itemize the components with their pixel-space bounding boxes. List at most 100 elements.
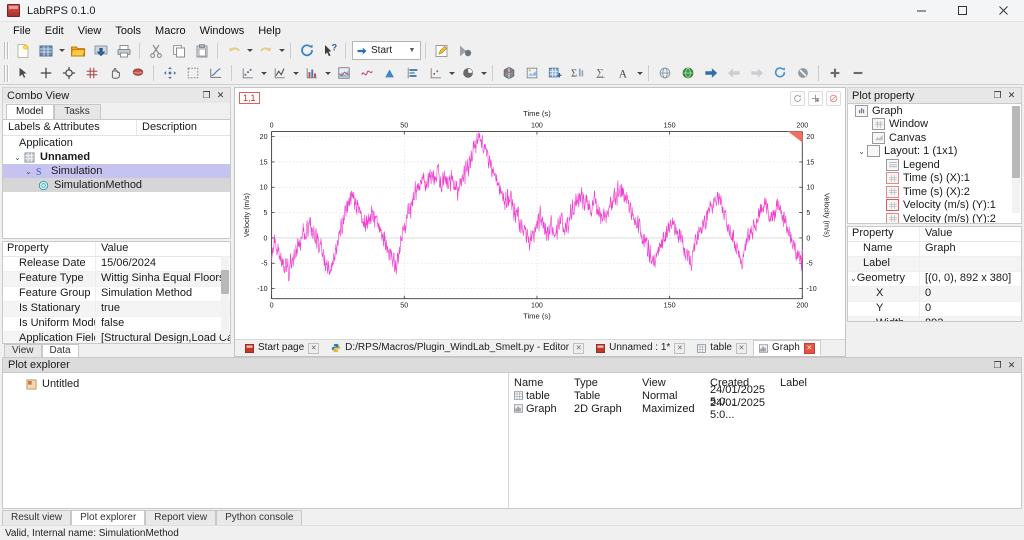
menu-file[interactable]: File <box>6 23 38 39</box>
property-row[interactable]: Release Date 15/06/2024 <box>3 257 230 272</box>
twisty-icon[interactable]: ⌄ <box>856 147 867 156</box>
property-value[interactable]: [Structural Design,Load Calcu... <box>96 332 230 344</box>
spreadsheet-icon[interactable] <box>35 41 56 61</box>
tab-close-icon[interactable]: ✕ <box>674 343 685 354</box>
spreadsheet-dropdown-icon[interactable] <box>57 41 66 61</box>
property-value[interactable]: true <box>96 302 230 316</box>
menu-tools[interactable]: Tools <box>108 23 148 39</box>
dot-plot-icon[interactable] <box>425 63 446 83</box>
tab-table[interactable]: table ✕ <box>691 340 753 356</box>
arrow-left-gray-icon[interactable] <box>723 63 744 83</box>
spline-plot-icon[interactable] <box>356 63 377 83</box>
twisty-icon[interactable]: ⌄ <box>12 153 23 162</box>
matrix-icon[interactable] <box>544 63 565 83</box>
bar-dropdown-icon[interactable] <box>323 63 332 83</box>
pan-hand-icon[interactable] <box>104 63 125 83</box>
property-row[interactable]: Feature Group Simulation Method <box>3 287 230 302</box>
property-row[interactable]: Feature Type Wittig Sinha Equal Floors <box>3 272 230 287</box>
undo-dropdown-icon[interactable] <box>245 41 254 61</box>
scrollbar-thumb[interactable] <box>221 270 229 294</box>
area-plot-icon[interactable] <box>333 63 354 83</box>
combo-view-float-button[interactable]: ❐ <box>201 90 212 101</box>
tab-unnamed-document[interactable]: Unnamed : 1* ✕ <box>590 340 691 356</box>
curve-edit-icon[interactable] <box>205 63 226 83</box>
tree-item-untitled[interactable]: Untitled <box>3 377 508 391</box>
menu-macro[interactable]: Macro <box>148 23 193 39</box>
property-value[interactable]: 15/06/2024 <box>96 257 230 271</box>
macro-edit-icon[interactable] <box>431 41 452 61</box>
pp-item-canvas[interactable]: Canvas <box>848 131 1021 145</box>
integral-icon[interactable]: ∑ <box>590 63 611 83</box>
globe-gray-icon[interactable] <box>654 63 675 83</box>
tab-close-icon[interactable]: ✕ <box>308 343 319 354</box>
toolbar-grip[interactable] <box>3 65 9 82</box>
property-value[interactable]: 892 <box>920 317 1021 322</box>
tab-result-view[interactable]: Result view <box>2 510 71 525</box>
menu-view[interactable]: View <box>71 23 109 39</box>
pp-item-layout[interactable]: ⌄ Layout: 1 (1x1) <box>848 145 1021 159</box>
scrollbar-thumb[interactable] <box>1012 106 1020 178</box>
chevron-down-icon[interactable]: ▼ <box>406 47 418 54</box>
3d-plot-icon[interactable] <box>498 63 519 83</box>
property-value[interactable]: 0 <box>920 287 1021 301</box>
pp-row-x[interactable]: X 0 <box>848 287 1021 302</box>
property-row[interactable]: Application Fields [Structural Design,Lo… <box>3 332 230 344</box>
scatter-plot-icon[interactable] <box>237 63 258 83</box>
text-dropdown-icon[interactable] <box>635 63 644 83</box>
pp-item-axis-x1[interactable]: Time (s) (X):1 <box>848 172 1021 186</box>
macro-execute-icon[interactable] <box>454 41 475 61</box>
property-grid-scrollbar[interactable] <box>221 256 229 336</box>
line-dropdown-icon[interactable] <box>291 63 300 83</box>
tab-tasks[interactable]: Tasks <box>54 104 101 119</box>
property-value[interactable] <box>920 257 1021 271</box>
save-icon[interactable] <box>90 41 111 61</box>
stacked-plot-icon[interactable] <box>402 63 423 83</box>
minus-icon[interactable] <box>847 63 868 83</box>
scatter-dropdown-icon[interactable] <box>259 63 268 83</box>
property-row[interactable]: Is Stationary true <box>3 302 230 317</box>
pp-row-y[interactable]: Y 0 <box>848 302 1021 317</box>
plus-icon[interactable] <box>824 63 845 83</box>
refresh-icon[interactable] <box>296 41 317 61</box>
pp-row-label[interactable]: Label <box>848 257 1021 272</box>
tree-item-simulationmethod[interactable]: SimulationMethod <box>3 178 230 192</box>
plot-property-float-button[interactable]: ❐ <box>992 90 1003 101</box>
cut-icon[interactable] <box>145 41 166 61</box>
twisty-icon[interactable]: ⌄ <box>23 167 34 176</box>
add-cursor-icon[interactable] <box>35 63 56 83</box>
property-value[interactable]: false <box>96 317 230 331</box>
plot-property-tree-scrollbar[interactable] <box>1012 106 1020 213</box>
minimize-button[interactable] <box>901 0 942 21</box>
tab-plot-explorer[interactable]: Plot explorer <box>71 510 145 525</box>
reset-zoom-icon[interactable] <box>790 91 805 106</box>
target-cursor-icon[interactable] <box>58 63 79 83</box>
move-arrows-icon[interactable] <box>159 63 180 83</box>
line-plot-icon[interactable] <box>269 63 290 83</box>
tab-python-console[interactable]: Python console <box>216 510 302 525</box>
pointer-icon[interactable] <box>12 63 33 83</box>
new-document-icon[interactable] <box>12 41 33 61</box>
crosshair-pointer-icon[interactable] <box>808 91 823 106</box>
property-row[interactable]: Is Uniform Modulati... false <box>3 317 230 332</box>
pp-item-axis-y1[interactable]: Velocity (m/s) (Y):1 <box>848 199 1021 213</box>
dot-dropdown-icon[interactable] <box>447 63 456 83</box>
tree-item-application[interactable]: Application <box>3 136 230 150</box>
pp-item-axis-x2[interactable]: Time (s) (X):2 <box>848 185 1021 199</box>
tab-data[interactable]: Data <box>42 344 79 357</box>
tab-close-icon[interactable]: ✕ <box>804 343 815 354</box>
print-icon[interactable] <box>113 41 134 61</box>
globe-green-icon[interactable] <box>677 63 698 83</box>
pp-item-axis-y2[interactable]: Velocity (m/s) (Y):2 <box>848 212 1021 224</box>
arrow-right-gray-icon[interactable] <box>746 63 767 83</box>
crosshair-icon[interactable] <box>81 63 102 83</box>
mountain-plot-icon[interactable] <box>379 63 400 83</box>
velocity-time-chart[interactable]: Time (s)050100150200-10-10-5-50055101015… <box>235 106 845 339</box>
copy-icon[interactable] <box>168 41 189 61</box>
close-button[interactable] <box>983 0 1024 21</box>
property-value[interactable]: [(0, 0), 892 x 380] <box>920 272 1021 286</box>
tab-close-icon[interactable]: ✕ <box>736 343 747 354</box>
plot-property-close-button[interactable]: ✕ <box>1006 90 1017 101</box>
list-item[interactable]: Graph 2D Graph Maximized 24/01/2025 5:0.… <box>509 402 1021 415</box>
pp-item-graph[interactable]: Graph <box>848 104 1021 118</box>
arrow-right-blue-icon[interactable] <box>700 63 721 83</box>
